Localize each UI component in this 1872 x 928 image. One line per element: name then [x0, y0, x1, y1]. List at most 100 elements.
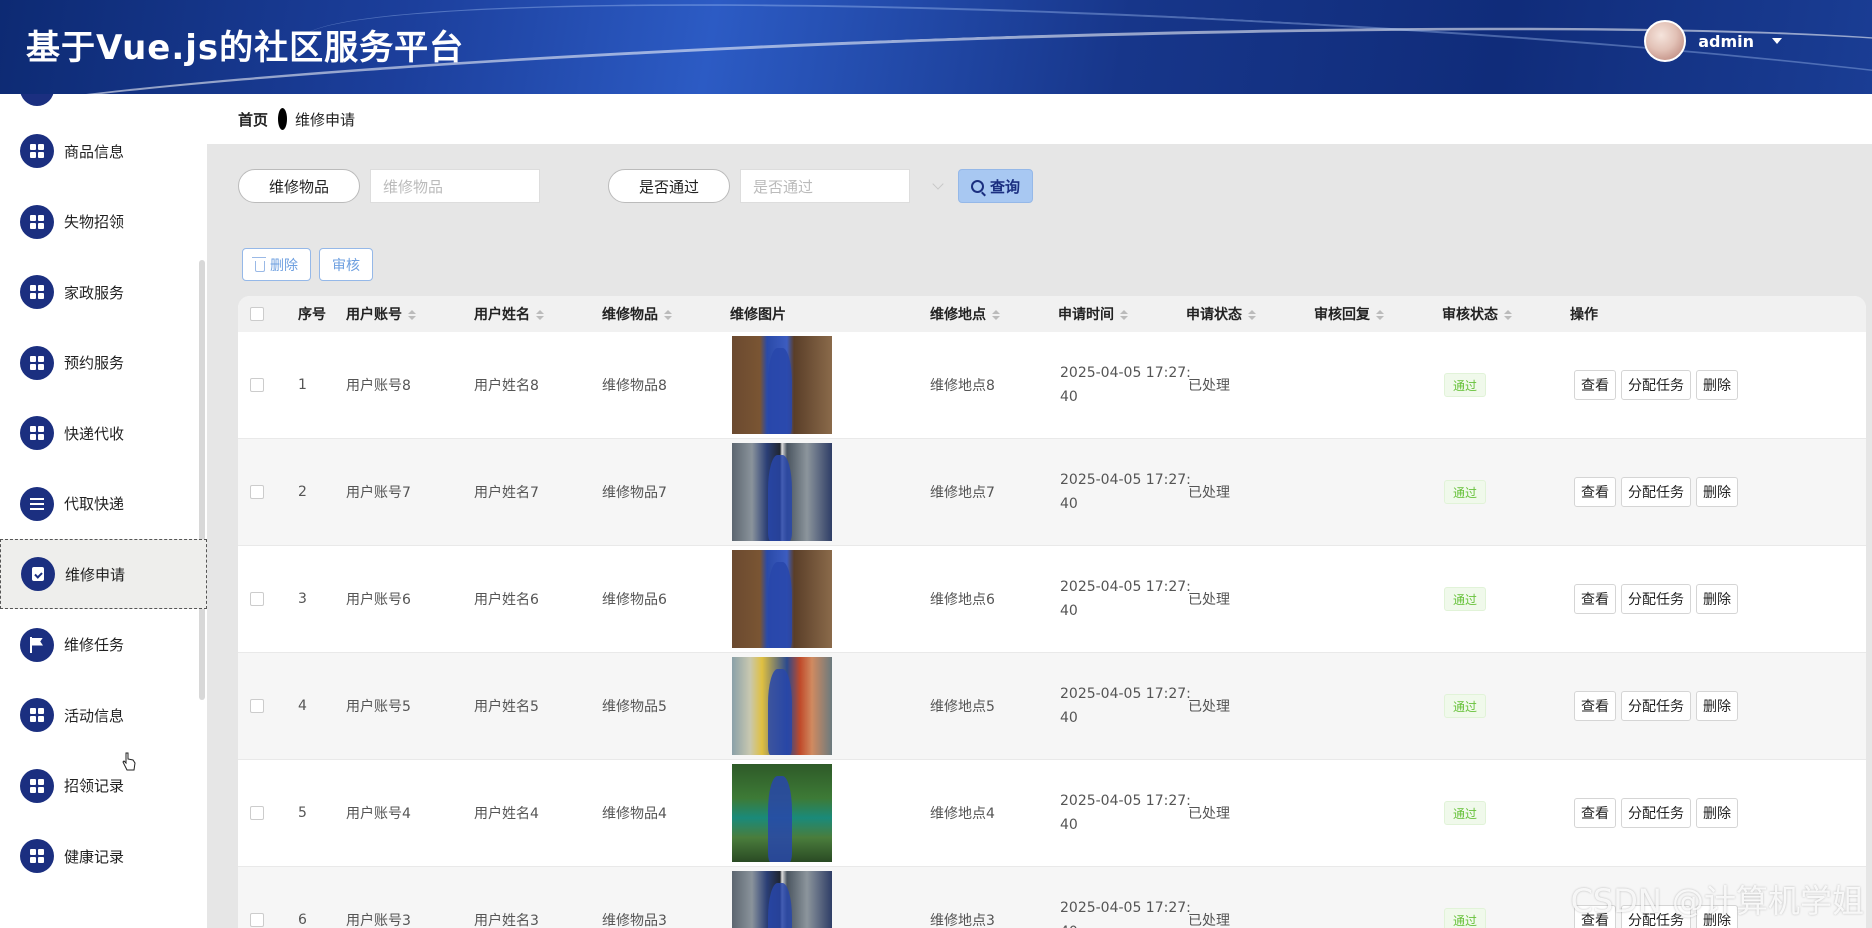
sidebar-item[interactable]: 商品信息	[0, 116, 207, 186]
sort-icon[interactable]	[992, 310, 1000, 320]
delete-button[interactable]: 删除	[1696, 798, 1738, 828]
sidebar-item[interactable]: 维修任务	[0, 610, 207, 680]
breadcrumb-home[interactable]: 首页	[238, 109, 268, 130]
batch-review-button[interactable]: 审核	[319, 248, 373, 281]
view-button[interactable]: 查看	[1574, 798, 1616, 828]
breadcrumb-current: 维修申请	[295, 110, 356, 129]
sort-icon[interactable]	[1376, 310, 1384, 320]
chevron-down-icon[interactable]	[1772, 38, 1782, 44]
cell-name: 用户姓名4	[474, 806, 539, 822]
assign-task-button[interactable]: 分配任务	[1621, 691, 1691, 721]
view-button[interactable]: 查看	[1574, 691, 1616, 721]
column-header: 序号	[298, 304, 326, 324]
view-button[interactable]: 查看	[1574, 370, 1616, 400]
cell-time: 2025-04-05 17:27: 40	[1060, 468, 1191, 516]
cell-item: 维修物品5	[602, 699, 667, 715]
column-header[interactable]: 维修地点	[930, 304, 1000, 324]
delete-button[interactable]: 删除	[1696, 370, 1738, 400]
sort-icon[interactable]	[664, 310, 672, 320]
repair-photo[interactable]	[732, 336, 832, 434]
table-actions: 删除 审核	[242, 248, 373, 281]
time-line: 2025-04-05 17:27:	[1060, 365, 1191, 381]
select-dropdown-toggle[interactable]	[918, 178, 958, 190]
column-header[interactable]: 审核状态	[1442, 304, 1512, 324]
cell-account: 用户账号4	[346, 806, 411, 822]
sidebar-item[interactable]: 家政服务	[0, 257, 207, 327]
photo-figure	[768, 562, 792, 648]
table-row[interactable]: 3 用户账号6 用户姓名6 维修物品6 维修地点6 2025-04-05 17:27: 40…	[238, 546, 1866, 653]
photo-figure	[768, 776, 792, 862]
cell-name: 用户姓名6	[474, 592, 539, 608]
table-header: 序号 用户账号 用户姓名 维修物品 维修图片 维修地点 申请时间 申请状态 审核回复 审核状态 操作	[238, 296, 1866, 332]
sidebar-item[interactable]: 招领记录	[0, 751, 207, 821]
column-header-label: 操作	[1570, 307, 1598, 323]
view-button[interactable]: 查看	[1574, 477, 1616, 507]
table-row[interactable]: 5 用户账号4 用户姓名4 维修物品4 维修地点4 2025-04-05 17:27: 40…	[238, 760, 1866, 867]
delete-button[interactable]: 删除	[1696, 477, 1738, 507]
cell-no: 1	[298, 377, 307, 393]
column-header[interactable]: 审核回复	[1314, 304, 1384, 324]
sort-icon[interactable]	[536, 310, 544, 320]
row-checkbox[interactable]	[250, 913, 264, 927]
search-bar: 维修物品 维修物品 是否通过 是否通过 查询	[238, 169, 1034, 203]
assign-task-button[interactable]: 分配任务	[1621, 370, 1691, 400]
chevron-down-icon[interactable]	[932, 178, 944, 190]
approved-search-input[interactable]: 是否通过	[740, 169, 910, 203]
repair-photo[interactable]	[732, 657, 832, 755]
status-badge: 通过	[1444, 480, 1487, 504]
column-header-label: 审核回复	[1314, 307, 1370, 323]
sidebar-item[interactable]: 代取快递	[0, 469, 207, 539]
sidebar-item-label: 商品信息	[64, 142, 125, 161]
sidebar-item-label: 活动信息	[64, 706, 125, 725]
repair-photo[interactable]	[732, 443, 832, 541]
cell-account: 用户账号5	[346, 699, 411, 715]
select-all-checkbox[interactable]	[250, 307, 264, 321]
cell-time: 2025-04-05 17:27: 40	[1060, 361, 1191, 409]
item-search-input[interactable]: 维修物品	[370, 169, 540, 203]
row-checkbox[interactable]	[250, 592, 264, 606]
sidebar-item[interactable]: 活动信息	[0, 680, 207, 750]
assign-task-button[interactable]: 分配任务	[1621, 584, 1691, 614]
repair-photo[interactable]	[732, 550, 832, 648]
sort-icon[interactable]	[408, 310, 416, 320]
time-line: 40	[1060, 920, 1191, 928]
column-header[interactable]: 维修物品	[602, 304, 672, 324]
column-header-label: 用户账号	[346, 307, 402, 323]
user-menu[interactable]: admin	[1644, 20, 1782, 62]
delete-button[interactable]: 删除	[1696, 584, 1738, 614]
repair-photo[interactable]	[732, 871, 832, 928]
assign-task-button[interactable]: 分配任务	[1621, 477, 1691, 507]
list-icon	[20, 486, 54, 521]
sidebar-item[interactable]: 快递代收	[0, 398, 207, 468]
table-row[interactable]: 4 用户账号5 用户姓名5 维修物品5 维修地点5 2025-04-05 17:27: 40…	[238, 653, 1866, 760]
grid-icon	[20, 839, 54, 873]
column-header: 操作	[1570, 304, 1598, 324]
sidebar-item[interactable]: 健康记录	[0, 821, 207, 891]
column-header[interactable]: 申请状态	[1186, 304, 1256, 324]
sort-icon[interactable]	[1504, 310, 1512, 320]
sort-icon[interactable]	[1248, 310, 1256, 320]
table-row[interactable]: 2 用户账号7 用户姓名7 维修物品7 维修地点7 2025-04-05 17:27: 40…	[238, 439, 1866, 546]
assign-task-button[interactable]: 分配任务	[1621, 798, 1691, 828]
view-button[interactable]: 查看	[1574, 584, 1616, 614]
query-button[interactable]: 查询	[958, 169, 1034, 203]
table-row[interactable]: 1 用户账号8 用户姓名8 维修物品8 维修地点8 2025-04-05 17:27: 40…	[238, 332, 1866, 439]
repair-photo[interactable]	[732, 764, 832, 862]
avatar[interactable]	[1644, 20, 1687, 62]
sidebar-item-label: 失物招领	[64, 213, 125, 231]
row-checkbox[interactable]	[250, 485, 264, 499]
username[interactable]: admin	[1698, 32, 1754, 51]
delete-button[interactable]: 删除	[1696, 691, 1738, 721]
sidebar-item[interactable]: 维修申请	[0, 539, 207, 609]
column-header[interactable]: 申请时间	[1058, 304, 1128, 324]
row-checkbox[interactable]	[250, 806, 264, 820]
sidebar-item[interactable]: 失物招领	[0, 187, 207, 257]
sort-icon[interactable]	[1120, 310, 1128, 320]
row-checkbox[interactable]	[250, 378, 264, 392]
grid-icon	[20, 698, 54, 732]
column-header[interactable]: 用户姓名	[474, 304, 544, 324]
sidebar-item[interactable]: 预约服务	[0, 328, 207, 398]
batch-delete-button[interactable]: 删除	[242, 248, 311, 281]
row-checkbox[interactable]	[250, 699, 264, 713]
column-header[interactable]: 用户账号	[346, 304, 416, 324]
